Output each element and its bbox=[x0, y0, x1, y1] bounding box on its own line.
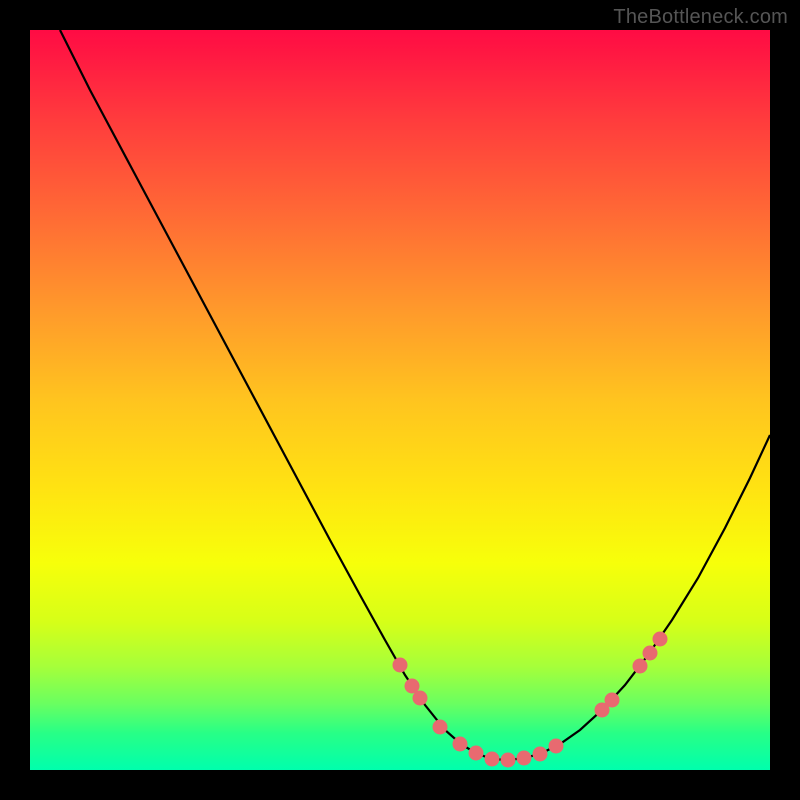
curve-marker bbox=[393, 658, 408, 673]
bottleneck-curve-plot bbox=[30, 30, 770, 770]
curve-marker bbox=[653, 632, 668, 647]
chart-area bbox=[30, 30, 770, 770]
curve-marker bbox=[517, 751, 532, 766]
curve-marker bbox=[605, 693, 620, 708]
curve-marker bbox=[633, 659, 648, 674]
curve-marker bbox=[453, 737, 468, 752]
curve-marker bbox=[643, 646, 658, 661]
curve-marker bbox=[485, 752, 500, 767]
curve-marker bbox=[469, 746, 484, 761]
curve-marker bbox=[433, 720, 448, 735]
curve-markers bbox=[393, 632, 668, 768]
curve-marker bbox=[413, 691, 428, 706]
curve-marker bbox=[533, 747, 548, 762]
curve-marker bbox=[501, 753, 516, 768]
watermark-text: TheBottleneck.com bbox=[613, 6, 788, 29]
curve-marker bbox=[549, 739, 564, 754]
curve-line bbox=[60, 30, 770, 760]
